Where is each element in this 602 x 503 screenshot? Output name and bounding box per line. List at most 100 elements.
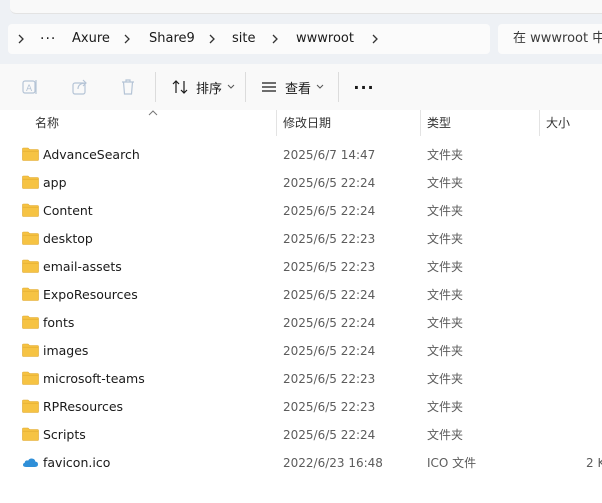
file-row[interactable]: favicon.ico 2022/6/23 16:48 ICO 文件 2 K	[0, 449, 602, 477]
chevron-down-icon	[227, 84, 235, 89]
more-icon: ···	[353, 77, 375, 97]
column-size[interactable]: 大小	[546, 110, 570, 138]
search-placeholder: 在 wwwroot 中	[513, 31, 602, 46]
file-type: 文件夹	[427, 400, 464, 414]
file-name: RPResources	[43, 399, 124, 414]
file-row[interactable]: Content 2025/6/5 22:24 文件夹	[0, 197, 602, 225]
search-input[interactable]: 在 wwwroot 中	[498, 24, 602, 54]
column-divider[interactable]	[539, 110, 540, 136]
file-modified: 2025/6/5 22:24	[283, 204, 376, 218]
cloud-icon	[23, 458, 38, 467]
file-row[interactable]: fonts 2025/6/5 22:24 文件夹	[0, 309, 602, 337]
file-name: favicon.ico	[43, 455, 111, 470]
sort-button[interactable]: 排序	[170, 72, 240, 102]
breadcrumb-share9[interactable]: Share9	[149, 24, 195, 54]
file-modified: 2025/6/5 22:23	[283, 232, 376, 246]
file-row[interactable]: RPResources 2025/6/5 22:23 文件夹	[0, 393, 602, 421]
column-modified[interactable]: 修改日期	[283, 110, 331, 138]
folder-icon	[22, 399, 39, 413]
file-modified: 2025/6/5 22:23	[283, 400, 376, 414]
file-modified: 2025/6/5 22:23	[283, 372, 376, 386]
file-type: 文件夹	[427, 176, 464, 190]
folder-icon	[22, 231, 39, 245]
file-size: 2 K	[586, 456, 602, 470]
file-name: desktop	[43, 231, 93, 246]
sort-ascending-icon	[148, 110, 158, 116]
breadcrumb-axure[interactable]: Axure	[72, 24, 110, 54]
column-divider[interactable]	[420, 110, 421, 136]
view-button[interactable]: 查看	[259, 72, 331, 102]
file-modified: 2025/6/5 22:24	[283, 344, 376, 358]
file-row[interactable]: app 2025/6/5 22:24 文件夹	[0, 169, 602, 197]
folder-icon	[22, 147, 39, 161]
file-name: images	[43, 343, 89, 358]
file-type: 文件夹	[427, 344, 464, 358]
navigation-row: ··· Axure Share9 site wwwroot 在 wwwroot …	[0, 14, 602, 64]
share-button[interactable]	[70, 72, 96, 102]
folder-icon	[22, 203, 39, 217]
tab-bottom-edge	[10, 0, 602, 14]
rename-icon: A	[22, 80, 37, 94]
file-name: email-assets	[43, 259, 122, 274]
file-name: Scripts	[43, 427, 86, 442]
file-type: 文件夹	[427, 316, 464, 330]
chevron-right-icon[interactable]	[14, 24, 28, 54]
file-type: 文件夹	[427, 428, 464, 442]
file-row[interactable]: ExpoResources 2025/6/5 22:24 文件夹	[0, 281, 602, 309]
more-locations-button[interactable]: ···	[40, 24, 56, 54]
sort-icon	[172, 80, 188, 94]
share-icon	[72, 79, 87, 95]
chevron-right-icon[interactable]	[368, 24, 382, 54]
column-header: 名称 修改日期 类型 大小	[0, 110, 602, 138]
file-name: microsoft-teams	[43, 371, 145, 386]
toolbar-divider	[245, 72, 246, 102]
view-label: 查看	[285, 81, 312, 97]
file-row[interactable]: Scripts 2025/6/5 22:24 文件夹	[0, 421, 602, 449]
file-modified: 2025/6/5 22:24	[283, 316, 376, 330]
file-type: ICO 文件	[427, 456, 477, 470]
chevron-right-icon[interactable]	[120, 24, 134, 54]
folder-icon	[22, 175, 39, 189]
file-type: 文件夹	[427, 232, 464, 246]
folder-icon	[22, 371, 39, 385]
more-options-button[interactable]: ···	[352, 72, 376, 102]
window-top-strip	[0, 0, 602, 14]
toolbar-divider	[338, 72, 339, 102]
breadcrumb-wwwroot[interactable]: wwwroot	[296, 24, 354, 54]
command-bar: A 排序 查看 ···	[0, 64, 602, 111]
file-type: 文件夹	[427, 148, 464, 162]
folder-icon	[22, 343, 39, 357]
column-divider[interactable]	[276, 110, 277, 136]
file-row[interactable]: AdvanceSearch 2025/6/7 14:47 文件夹	[0, 141, 602, 169]
breadcrumb-site[interactable]: site	[232, 24, 255, 54]
file-row[interactable]: images 2025/6/5 22:24 文件夹	[0, 337, 602, 365]
view-list-icon	[262, 82, 276, 92]
file-name: Content	[43, 203, 93, 218]
svg-text:A: A	[26, 84, 33, 94]
rename-button[interactable]: A	[20, 72, 46, 102]
file-type: 文件夹	[427, 288, 464, 302]
delete-button[interactable]	[118, 72, 144, 102]
folder-icon	[22, 315, 39, 329]
file-name: ExpoResources	[43, 287, 138, 302]
file-name: AdvanceSearch	[43, 147, 140, 162]
folder-icon	[22, 259, 39, 273]
file-modified: 2025/6/5 22:24	[283, 288, 376, 302]
column-name[interactable]: 名称	[35, 110, 59, 138]
folder-icon	[22, 427, 39, 441]
file-modified: 2025/6/5 22:23	[283, 260, 376, 274]
address-bar[interactable]: ··· Axure Share9 site wwwroot	[8, 24, 490, 54]
file-row[interactable]: microsoft-teams 2025/6/5 22:23 文件夹	[0, 365, 602, 393]
chevron-right-icon[interactable]	[205, 24, 219, 54]
file-modified: 2022/6/23 16:48	[283, 456, 383, 470]
file-row[interactable]: email-assets 2025/6/5 22:23 文件夹	[0, 253, 602, 281]
file-name: app	[43, 175, 67, 190]
chevron-right-icon[interactable]	[268, 24, 282, 54]
file-modified: 2025/6/7 14:47	[283, 148, 376, 162]
sort-label: 排序	[196, 81, 223, 97]
column-type[interactable]: 类型	[427, 110, 451, 138]
file-row[interactable]: desktop 2025/6/5 22:23 文件夹	[0, 225, 602, 253]
file-modified: 2025/6/5 22:24	[283, 176, 376, 190]
folder-icon	[22, 287, 39, 301]
trash-icon	[122, 79, 134, 95]
